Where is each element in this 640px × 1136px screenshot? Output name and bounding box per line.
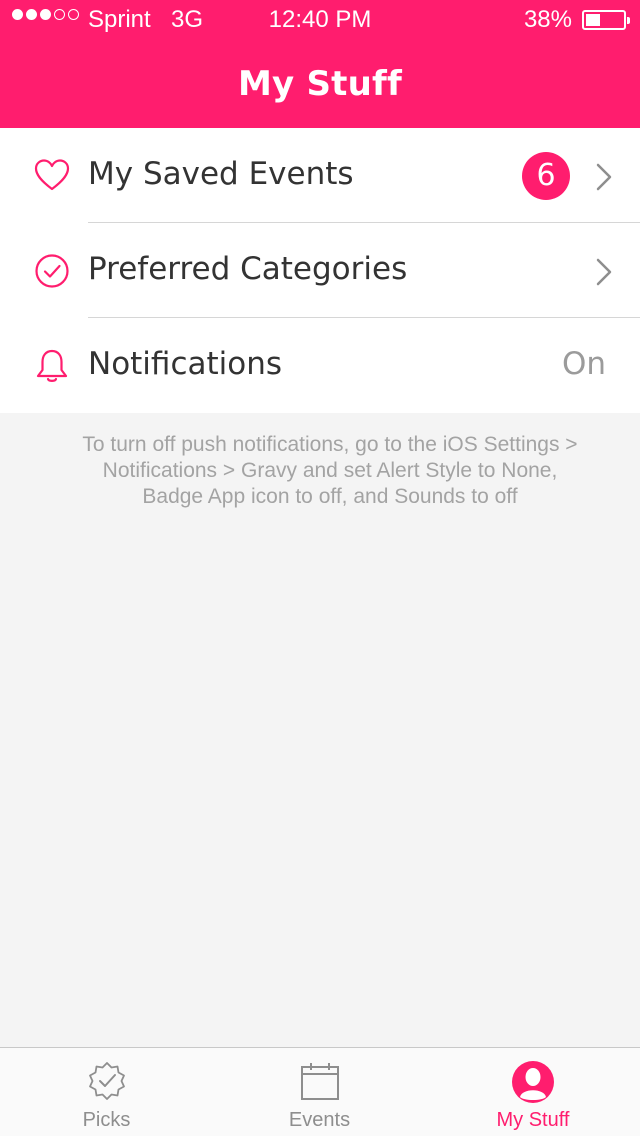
- page-title: My Stuff: [238, 64, 402, 104]
- battery-percent: 38%: [523, 6, 572, 33]
- notifications-help-text: To turn off push notifications, go to th…: [82, 433, 578, 508]
- settings-list: My Saved Events 6 Preferred Categories N…: [0, 128, 640, 413]
- tab-picks-label: Picks: [82, 1109, 131, 1131]
- saved-events-row[interactable]: My Saved Events 6: [0, 128, 640, 223]
- tab-bar: Picks Events My Stuff: [0, 1047, 640, 1136]
- user-circle-icon: [512, 1061, 554, 1103]
- saved-events-label: My Saved Events: [88, 156, 354, 192]
- battery-icon: [582, 10, 630, 30]
- check-circle-icon: [35, 254, 69, 288]
- tab-events-label: Events: [288, 1109, 351, 1131]
- chevron-right-icon: [596, 258, 612, 286]
- preferred-categories-label: Preferred Categories: [88, 251, 408, 287]
- saved-events-count-badge: 6: [522, 152, 570, 200]
- notifications-label: Notifications: [88, 346, 283, 382]
- tab-my-stuff-label: My Stuff: [496, 1109, 570, 1131]
- heart-icon: [34, 159, 70, 191]
- calendar-icon: [300, 1063, 339, 1100]
- header-bar: Sprint 3G 12:40 PM 38% My Stuff: [0, 0, 640, 128]
- notifications-row[interactable]: Notifications On: [0, 318, 640, 413]
- chevron-right-icon: [596, 163, 612, 191]
- tab-my-stuff[interactable]: My Stuff: [426, 1048, 640, 1136]
- battery-level-fill: [586, 14, 600, 26]
- app-screen: Sprint 3G 12:40 PM 38% My Stuff My Saved…: [0, 0, 640, 1136]
- preferred-categories-row[interactable]: Preferred Categories: [0, 223, 640, 318]
- bell-icon: [36, 349, 68, 382]
- notifications-status-value: On: [561, 346, 606, 382]
- badge-check-icon: [88, 1062, 125, 1100]
- tab-events[interactable]: Events: [213, 1048, 426, 1136]
- tab-picks[interactable]: Picks: [0, 1048, 213, 1136]
- status-bar: Sprint 3G 12:40 PM 38%: [0, 0, 640, 40]
